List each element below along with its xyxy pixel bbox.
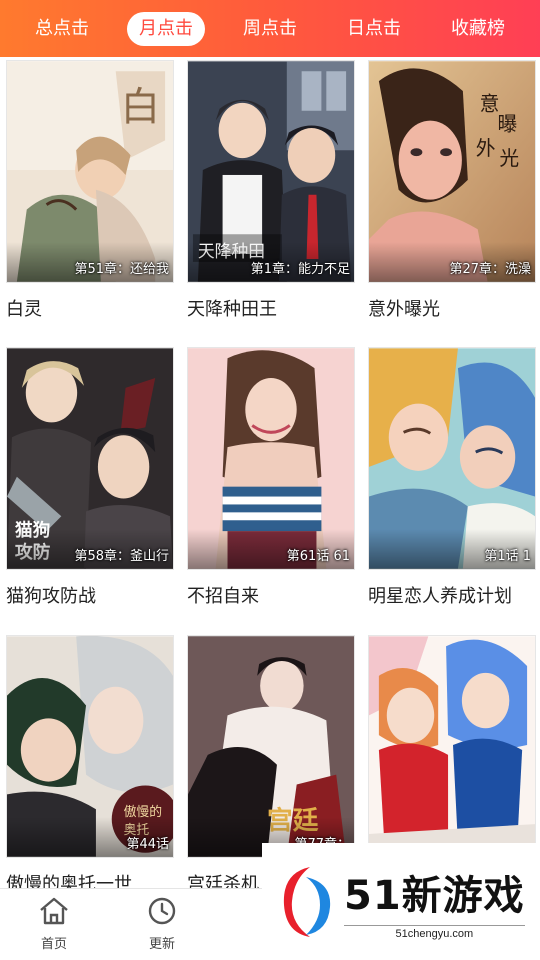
svg-text:白: 白 [121,85,161,131]
chapter-badge: 第27章：洗澡 [449,262,531,277]
svg-text:意: 意 [480,93,500,116]
svg-text:外: 外 [476,137,496,160]
cover-art [369,636,535,857]
tab-daily-clicks[interactable]: 日点击 [335,12,413,46]
comic-cover[interactable]: 意 曝 外 光 第27章：洗澡 [368,60,536,283]
comic-cover[interactable]: 白 第51章：还给我 [6,60,174,283]
comic-card[interactable]: 猫狗 攻防 第58章：釜山行 猫狗攻防战 [6,347,174,608]
tab-total-clicks[interactable]: 总点击 [23,12,101,46]
comic-cover[interactable]: 猫狗 攻防 第58章：釜山行 [6,347,174,570]
comic-cover[interactable] [368,635,536,858]
nav-updates[interactable]: 更新 [117,895,207,952]
comic-title[interactable]: 不招自来 [187,582,355,608]
comic-card[interactable]: 意 曝 外 光 第27章：洗澡 意外曝光 [368,60,536,321]
nav-updates-label: 更新 [148,937,175,952]
tab-favorites-ranking[interactable]: 收藏榜 [439,12,517,46]
svg-text:光: 光 [499,147,519,170]
nav-home[interactable]: 首页 [9,895,99,952]
comic-card[interactable]: 第61话 61 不招自来 [187,347,355,608]
tab-weekly-clicks[interactable]: 周点击 [231,12,309,46]
comic-cover[interactable]: 傲慢的 奥托 第44话 [6,635,174,858]
comic-cover[interactable]: 天降种田 第1章：能力不足 [187,60,355,283]
clock-icon [148,897,176,925]
chapter-badge: 第1话 1 [484,549,531,564]
comic-title[interactable]: 明星恋人养成计划 [368,582,536,608]
comic-cover[interactable]: 第1话 1 [368,347,536,570]
chapter-badge: 第1章：能力不足 [250,262,350,277]
comic-card[interactable]: 傲慢的 奥托 第44话 傲慢的奥托一世 [6,635,174,896]
ranking-tab-bar: 总点击 月点击 周点击 日点击 收藏榜 [0,0,540,57]
nav-home-label: 首页 [40,937,67,952]
watermark-url: 51chengyu.com [344,925,525,940]
svg-text:曝: 曝 [497,112,517,135]
watermark-title: 51新游戏 [344,873,525,919]
comic-card[interactable] [368,635,536,870]
chapter-badge: 第44话 [126,837,169,852]
comic-card[interactable]: 白 第51章：还给我 白灵 [6,60,174,321]
comic-title[interactable]: 天降种田王 [187,295,355,321]
comic-card[interactable]: 天降种田 第1章：能力不足 天降种田王 [187,60,355,321]
chapter-badge: 第61话 61 [286,549,350,564]
site-watermark: 51新游戏 51chengyu.com [262,843,540,960]
comic-title[interactable]: 意外曝光 [368,295,536,321]
comic-cover[interactable]: 宫廷 第77章： [187,635,355,858]
watermark-logo-icon [283,866,331,937]
home-icon [40,897,68,925]
tab-monthly-clicks[interactable]: 月点击 [127,11,205,46]
chapter-badge: 第58章：釜山行 [74,549,169,564]
comic-card[interactable]: 第1话 1 明星恋人养成计划 [368,347,536,608]
comic-cover[interactable]: 第61话 61 [187,347,355,570]
comic-title[interactable]: 白灵 [6,295,174,321]
comic-title[interactable]: 猫狗攻防战 [6,582,174,608]
chapter-badge: 第51章：还给我 [74,262,169,277]
